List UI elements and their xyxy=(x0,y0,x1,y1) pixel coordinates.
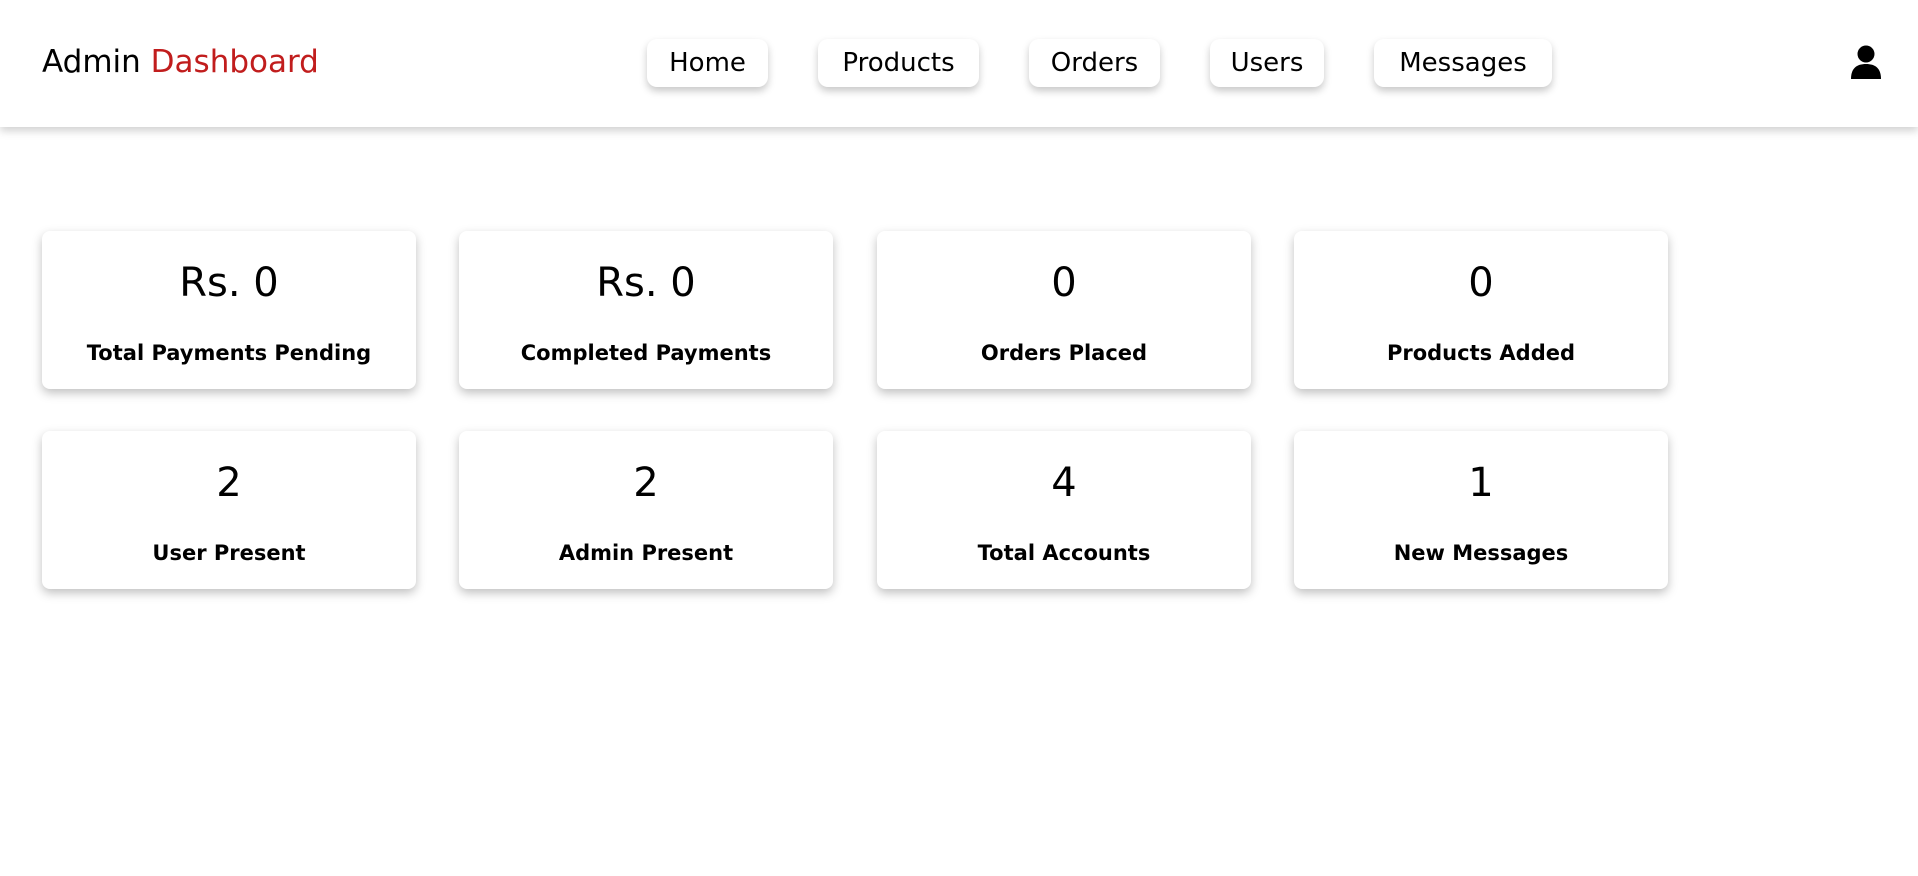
app-title: Admin Dashboard xyxy=(42,42,319,82)
nav-products-button[interactable]: Products xyxy=(818,39,979,87)
user-icon[interactable] xyxy=(1851,45,1881,79)
stat-label: Orders Placed xyxy=(980,341,1148,365)
app-title-accent: Dashboard xyxy=(150,44,319,80)
stats-grid: Rs. 0 Total Payments Pending Rs. 0 Compl… xyxy=(0,0,1918,876)
stat-card-total-accounts: 4 Total Accounts xyxy=(877,431,1251,589)
stat-card-user-present: 2 User Present xyxy=(42,431,416,589)
stat-card-orders-placed: 0 Orders Placed xyxy=(877,231,1251,389)
nav-home-button[interactable]: Home xyxy=(647,39,768,87)
stat-card-products-added: 0 Products Added xyxy=(1294,231,1668,389)
stat-card-admin-present: 2 Admin Present xyxy=(459,431,833,589)
user-icon-glyph xyxy=(1851,45,1881,79)
stat-value: 0 xyxy=(1468,260,1494,306)
stat-label: Admin Present xyxy=(558,541,734,565)
stat-value: Rs. 0 xyxy=(596,260,696,306)
stat-label: New Messages xyxy=(1393,541,1569,565)
stat-value: 2 xyxy=(216,460,242,506)
stat-card-new-messages: 1 New Messages xyxy=(1294,431,1668,589)
stat-card-completed-payments: Rs. 0 Completed Payments xyxy=(459,231,833,389)
stat-card-total-payments-pending: Rs. 0 Total Payments Pending xyxy=(42,231,416,389)
nav-users-button[interactable]: Users xyxy=(1210,39,1324,87)
top-navbar: Admin Dashboard Home Products Orders Use… xyxy=(0,0,1918,127)
nav-messages-button[interactable]: Messages xyxy=(1374,39,1552,87)
stat-label: User Present xyxy=(152,541,306,565)
stat-label: Total Payments Pending xyxy=(86,341,372,365)
stat-label: Total Accounts xyxy=(977,541,1151,565)
stat-value: 4 xyxy=(1051,460,1077,506)
nav-orders-button[interactable]: Orders xyxy=(1029,39,1160,87)
stat-label: Products Added xyxy=(1386,341,1576,365)
app-title-main: Admin xyxy=(42,44,141,80)
stat-value: Rs. 0 xyxy=(179,260,279,306)
stat-value: 0 xyxy=(1051,260,1077,306)
stat-value: 2 xyxy=(633,460,659,506)
stat-value: 1 xyxy=(1468,460,1494,506)
stat-label: Completed Payments xyxy=(520,341,772,365)
